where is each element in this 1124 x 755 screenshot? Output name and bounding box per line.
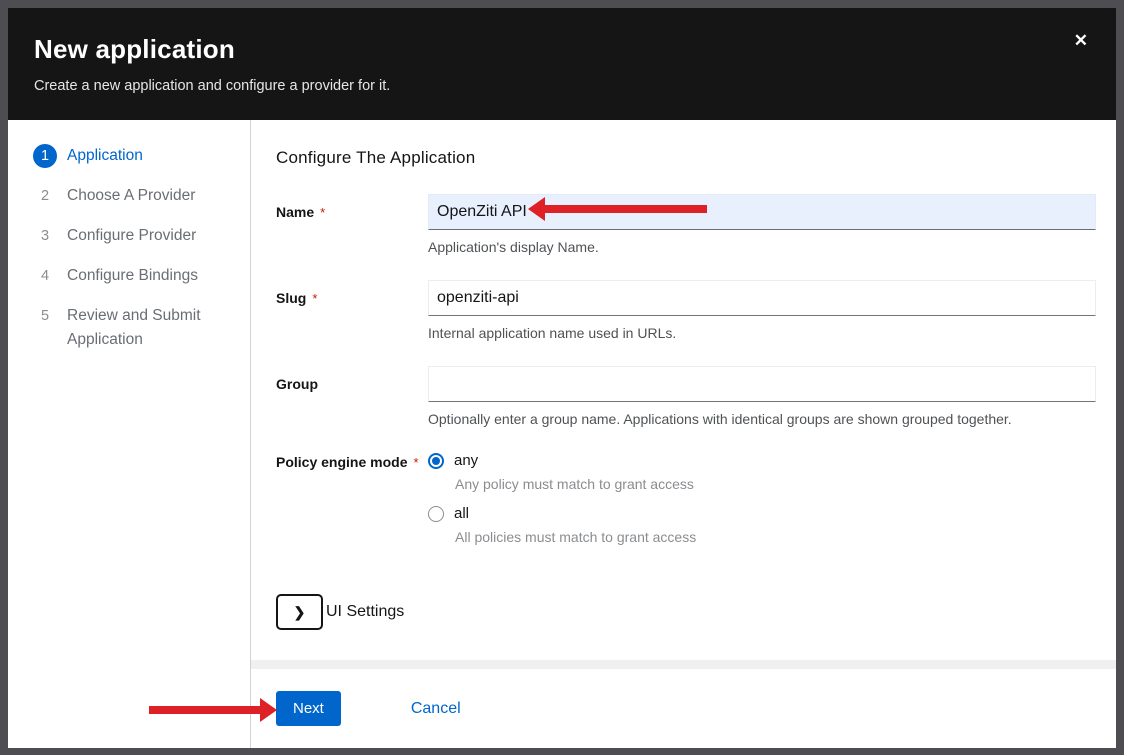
modal-subtitle: Create a new application and configure a…: [34, 78, 1090, 94]
wizard-step-application[interactable]: 1 Application: [8, 136, 250, 176]
required-asterisk: *: [320, 205, 325, 220]
name-label-col: Name *: [276, 194, 428, 255]
policy-mode-all-helper: All policies must match to grant access: [455, 529, 1096, 545]
step-label: Configure Bindings: [67, 264, 198, 288]
policy-engine-mode-row: Policy engine mode * any Any policy must …: [276, 452, 1096, 558]
annotation-arrow-next-head: [260, 698, 277, 722]
radio-selected-icon[interactable]: [428, 453, 444, 469]
group-helper-text: Optionally enter a group name. Applicati…: [428, 411, 1096, 427]
slug-label-col: Slug *: [276, 280, 428, 341]
policy-label-col: Policy engine mode *: [276, 452, 428, 558]
ui-settings-toggle-button[interactable]: ❯: [276, 594, 323, 630]
wizard-step-choose-provider[interactable]: 2 Choose A Provider: [8, 176, 250, 216]
policy-mode-any-option[interactable]: any: [428, 452, 1096, 469]
slug-field-row: Slug * Internal application name used in …: [276, 280, 1096, 341]
cancel-button[interactable]: Cancel: [411, 700, 461, 718]
step-number-badge: 3: [33, 224, 57, 248]
new-application-modal: New application Create a new application…: [8, 8, 1116, 748]
wizard-step-review-submit[interactable]: 5 Review and Submit Application: [8, 296, 250, 360]
slug-control-col: Internal application name used in URLs.: [428, 280, 1096, 341]
name-label: Name: [276, 204, 314, 220]
ui-settings-expander: ❯ UI Settings: [276, 594, 1096, 630]
slug-helper-text: Internal application name used in URLs.: [428, 325, 1096, 341]
policy-mode-all-label: all: [454, 505, 469, 522]
wizard-main-form: Configure The Application Name * Applicat…: [251, 120, 1116, 660]
annotation-arrow-next-shaft: [149, 706, 261, 714]
group-control-col: Optionally enter a group name. Applicati…: [428, 366, 1096, 427]
slug-input[interactable]: [428, 280, 1096, 316]
name-field-row: Name * Application's display Name.: [276, 194, 1096, 255]
wizard-footer: Next Cancel: [251, 669, 1116, 748]
annotation-arrow-name-shaft: [544, 205, 707, 213]
policy-mode-all-option[interactable]: all: [428, 505, 1096, 522]
footer-separator: [251, 660, 1116, 669]
wizard-step-configure-bindings[interactable]: 4 Configure Bindings: [8, 256, 250, 296]
step-label: Configure Provider: [67, 224, 196, 248]
name-helper-text: Application's display Name.: [428, 239, 1096, 255]
step-label: Choose A Provider: [67, 184, 195, 208]
step-number-badge: 4: [33, 264, 57, 288]
step-number-badge: 5: [33, 304, 57, 328]
step-label: Application: [67, 144, 143, 168]
modal-body: 1 Application 2 Choose A Provider 3 Conf…: [8, 120, 1116, 748]
slug-label: Slug: [276, 290, 306, 306]
chevron-right-icon: ❯: [294, 604, 306, 621]
policy-control-col: any Any policy must match to grant acces…: [428, 452, 1096, 558]
ui-settings-label: UI Settings: [326, 603, 404, 621]
wizard-content-pane: Configure The Application Name * Applicat…: [251, 120, 1116, 748]
content-heading: Configure The Application: [276, 148, 1096, 168]
next-button[interactable]: Next: [276, 691, 341, 726]
group-input[interactable]: [428, 366, 1096, 402]
policy-mode-any-helper: Any policy must match to grant access: [455, 476, 1096, 492]
modal-header: New application Create a new application…: [8, 8, 1116, 120]
wizard-step-configure-provider[interactable]: 3 Configure Provider: [8, 216, 250, 256]
required-asterisk: *: [413, 455, 418, 470]
step-number-badge: 1: [33, 144, 57, 168]
policy-engine-mode-label: Policy engine mode: [276, 454, 407, 470]
modal-title: New application: [34, 34, 1090, 65]
group-label: Group: [276, 376, 318, 392]
policy-mode-any-label: any: [454, 452, 478, 469]
annotation-arrow-name-head: [528, 197, 545, 221]
step-label: Review and Submit Application: [67, 304, 227, 352]
required-asterisk: *: [312, 291, 317, 306]
group-label-col: Group: [276, 366, 428, 427]
wizard-step-nav: 1 Application 2 Choose A Provider 3 Conf…: [8, 120, 251, 748]
step-number-badge: 2: [33, 184, 57, 208]
close-icon[interactable]: ✕: [1074, 32, 1088, 49]
group-field-row: Group Optionally enter a group name. App…: [276, 366, 1096, 427]
radio-unselected-icon[interactable]: [428, 506, 444, 522]
